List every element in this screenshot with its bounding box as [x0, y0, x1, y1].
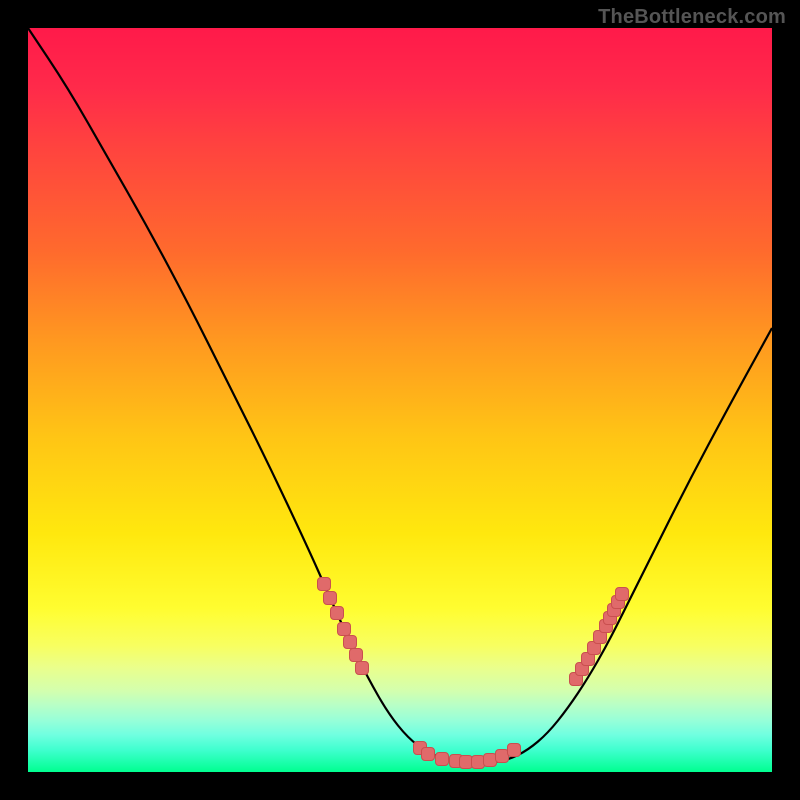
attribution-text: TheBottleneck.com: [598, 6, 786, 29]
bottleneck-curve-line: [28, 28, 772, 763]
curve-marker: [460, 756, 473, 769]
bottleneck-chart-svg: [28, 28, 772, 772]
curve-marker: [331, 607, 344, 620]
curve-marker: [350, 649, 363, 662]
curve-marker: [484, 754, 497, 767]
chart-plot-area: [28, 28, 772, 772]
curve-marker: [324, 592, 337, 605]
curve-marker: [616, 588, 629, 601]
curve-marker: [344, 636, 357, 649]
curve-marker: [356, 662, 369, 675]
curve-marker: [508, 744, 521, 757]
curve-marker: [318, 578, 331, 591]
curve-marker: [496, 750, 509, 763]
curve-marker: [472, 756, 485, 769]
highlighted-marker-group: [318, 578, 629, 769]
curve-marker: [338, 623, 351, 636]
curve-marker: [436, 753, 449, 766]
curve-marker: [422, 748, 435, 761]
